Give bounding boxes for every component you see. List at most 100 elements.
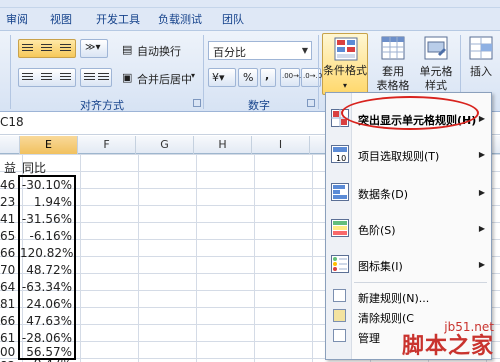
eraser-icon bbox=[333, 309, 346, 322]
column-header-g[interactable]: G bbox=[136, 136, 194, 154]
submenu-arrow-icon: ▶ bbox=[478, 150, 485, 159]
column-header-i[interactable]: I bbox=[252, 136, 310, 154]
table-row[interactable]: 463 bbox=[0, 177, 16, 194]
table-row[interactable]: 24.06% bbox=[20, 296, 74, 313]
table-row[interactable]: 48.72% bbox=[20, 262, 74, 279]
menu-item-new-rule[interactable]: 新建规则(N)... bbox=[326, 286, 491, 306]
accounting-format-button[interactable]: ¥▾ bbox=[208, 68, 236, 87]
chevron-down-icon: ▾ bbox=[342, 81, 347, 90]
column-header-h[interactable]: H bbox=[194, 136, 252, 154]
menu-label-color-scales: 色阶(S) bbox=[358, 224, 396, 237]
wrap-text-button[interactable]: 自动换行 bbox=[137, 43, 181, 59]
table-row[interactable]: -63.34% bbox=[20, 279, 74, 296]
indent-group bbox=[80, 68, 112, 87]
merge-center-button[interactable]: 合并后居中 bbox=[137, 71, 192, 87]
table-row[interactable]: -31.56% bbox=[20, 211, 74, 228]
menu-item-data-bars[interactable]: 数据条(D) ▶ bbox=[326, 177, 491, 207]
column-header-e[interactable]: E bbox=[20, 136, 78, 154]
submenu-arrow-icon: ▶ bbox=[478, 260, 485, 269]
align-top-icon[interactable] bbox=[22, 44, 33, 53]
top-bottom-rules-icon: 10 bbox=[331, 145, 349, 163]
data-bars-icon bbox=[331, 183, 349, 201]
align-bottom-icon[interactable] bbox=[60, 44, 71, 53]
format-as-table-icon bbox=[381, 36, 405, 60]
svg-text:10: 10 bbox=[336, 154, 346, 163]
new-rule-icon bbox=[333, 289, 346, 302]
group-separator bbox=[203, 35, 204, 109]
table-row[interactable]: 820 bbox=[0, 358, 16, 362]
highlight-rules-icon bbox=[331, 109, 349, 127]
cell-styles-button[interactable]: 单元格 样式 bbox=[416, 33, 456, 95]
cell-styles-label-2: 样式 bbox=[425, 79, 447, 92]
increase-decimal-button[interactable]: .00→.0 bbox=[280, 68, 306, 87]
align-center-icon[interactable] bbox=[41, 73, 52, 82]
name-box[interactable]: C18 bbox=[0, 115, 24, 129]
table-row[interactable]: -6.16% bbox=[20, 228, 74, 245]
submenu-arrow-icon: ▶ bbox=[478, 114, 485, 123]
percent-style-button[interactable]: % bbox=[238, 68, 258, 87]
table-row[interactable]: 654 bbox=[0, 228, 16, 245]
align-middle-icon[interactable] bbox=[41, 44, 52, 53]
menu-label-highlight-rules: 突出显示单元格规则(H) bbox=[358, 114, 477, 127]
conditional-format-label: 条件格式 bbox=[323, 64, 367, 77]
align-left-icon[interactable] bbox=[22, 73, 33, 82]
menu-label-data-bars: 数据条(D) bbox=[358, 188, 409, 201]
comma-style-button[interactable]: , bbox=[260, 68, 276, 87]
number-group-label: 数字 bbox=[248, 99, 270, 112]
tab-view[interactable]: 视图 bbox=[50, 11, 72, 27]
cell-d-header[interactable]: 益 bbox=[0, 160, 16, 177]
watermark: jb51.net 脚本之家 bbox=[402, 320, 494, 358]
vertical-align-group bbox=[18, 39, 76, 58]
window-title-strip bbox=[0, 0, 500, 8]
insert-cells-icon bbox=[469, 36, 493, 60]
cell-e-header[interactable]: 同比 bbox=[20, 160, 76, 177]
number-format-dropdown[interactable]: 百分比 ▼ bbox=[208, 41, 312, 60]
submenu-arrow-icon: ▶ bbox=[478, 224, 485, 233]
number-format-value: 百分比 bbox=[213, 46, 246, 59]
table-row[interactable]: -30.10% bbox=[20, 177, 74, 194]
table-row[interactable]: 810 bbox=[0, 296, 16, 313]
table-row[interactable]: 9.47% bbox=[20, 356, 74, 362]
table-row[interactable]: 120.82% bbox=[20, 245, 74, 262]
table-row[interactable]: 707 bbox=[0, 262, 16, 279]
menu-item-top-bottom-rules[interactable]: 10 项目选取规则(T) ▶ bbox=[326, 139, 491, 169]
table-row[interactable]: 667 bbox=[0, 245, 16, 262]
table-row[interactable]: 417 bbox=[0, 211, 16, 228]
icon-sets-icon bbox=[331, 255, 349, 273]
merge-dropdown-arrow-icon[interactable]: ▾ bbox=[191, 71, 195, 80]
column-header-f[interactable]: F bbox=[78, 136, 136, 154]
number-dialog-launcher-icon[interactable] bbox=[307, 99, 315, 107]
watermark-site: jb51.net bbox=[444, 320, 494, 334]
tab-review[interactable]: 审阅 bbox=[6, 11, 28, 27]
table-row[interactable]: 47.63% bbox=[20, 313, 74, 330]
menu-item-color-scales[interactable]: 色阶(S) ▶ bbox=[326, 213, 491, 243]
menu-item-icon-sets[interactable]: 图标集(I) ▶ bbox=[326, 249, 491, 279]
menu-label-new-rule: 新建规则(N)... bbox=[358, 292, 430, 305]
conditional-format-button[interactable]: 条件格式 ▾ bbox=[322, 33, 368, 95]
tab-developer[interactable]: 开发工具 bbox=[96, 11, 140, 27]
menu-label-icon-sets: 图标集(I) bbox=[358, 260, 403, 273]
table-row[interactable]: 662 bbox=[0, 313, 16, 330]
tab-load-test[interactable]: 负载测试 bbox=[158, 11, 202, 27]
table-row[interactable]: 1.94% bbox=[20, 194, 74, 211]
tab-team[interactable]: 团队 bbox=[222, 11, 244, 27]
align-right-icon[interactable] bbox=[60, 73, 71, 82]
orientation-button[interactable]: ≫▾ bbox=[80, 39, 108, 58]
merge-center-icon: ▣ bbox=[122, 71, 133, 84]
decrease-indent-icon[interactable] bbox=[84, 73, 95, 82]
insert-button[interactable]: 插入 bbox=[464, 33, 498, 95]
horizontal-align-group bbox=[18, 68, 76, 87]
group-separator bbox=[10, 35, 11, 109]
alignment-dialog-launcher-icon[interactable] bbox=[193, 99, 201, 107]
color-scales-icon bbox=[331, 219, 349, 237]
format-as-table-button[interactable]: 套用 表格格式 bbox=[372, 33, 414, 105]
table-row[interactable]: 231 bbox=[0, 194, 16, 211]
ribbon-tabs: 审阅 视图 开发工具 负载测试 团队 bbox=[0, 8, 500, 30]
conditional-format-icon bbox=[334, 37, 358, 61]
increase-indent-icon[interactable] bbox=[98, 73, 109, 82]
alignment-group-label: 对齐方式 bbox=[80, 99, 124, 112]
table-row[interactable]: 643 bbox=[0, 279, 16, 296]
menu-item-highlight-rules[interactable]: 突出显示单元格规则(H) ▶ bbox=[326, 103, 491, 133]
currency-icon: ¥▾ bbox=[212, 71, 225, 84]
column-header-d[interactable] bbox=[0, 136, 20, 154]
